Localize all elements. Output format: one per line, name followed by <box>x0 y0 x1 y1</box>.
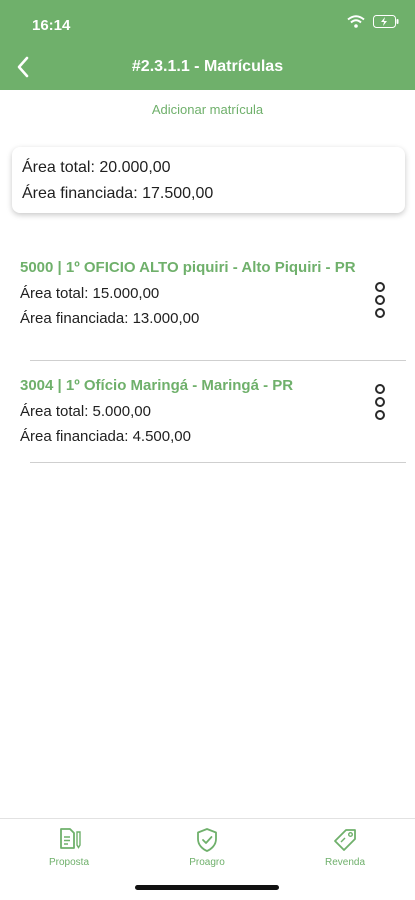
more-options-button[interactable] <box>375 282 387 318</box>
tab-label: Proposta <box>48 857 90 868</box>
add-registration-link[interactable]: Adicionar matrícula <box>0 102 415 117</box>
dot-icon <box>375 308 385 318</box>
registration-total-area: Área total: 15.000,00 <box>20 285 160 302</box>
document-icon <box>60 828 81 849</box>
registration-title: 5000 | 1º OFICIO ALTO piquiri - Alto Piq… <box>20 259 356 276</box>
tab-label: Revenda <box>324 857 366 868</box>
registration-financed-area: Área financiada: 13.000,00 <box>20 310 200 327</box>
shield-check-icon <box>197 828 217 852</box>
divider <box>30 462 406 463</box>
dot-icon <box>375 397 385 407</box>
dot-icon <box>375 282 385 292</box>
list-item[interactable]: 5000 | 1º OFICIO ALTO piquiri - Alto Piq… <box>0 252 415 360</box>
divider <box>30 360 406 361</box>
battery-charging-icon <box>373 15 399 28</box>
wifi-icon <box>347 15 365 28</box>
registration-total-area: Área total: 5.000,00 <box>20 403 151 420</box>
summary-card: Área total: 20.000,00 Área financiada: 1… <box>12 147 405 213</box>
tag-icon <box>334 829 356 851</box>
dot-icon <box>375 410 385 420</box>
registration-title: 3004 | 1º Ofício Maringá - Maringá - PR <box>20 377 294 394</box>
dot-icon <box>375 384 385 394</box>
registration-financed-area: Área financiada: 4.500,00 <box>20 428 191 445</box>
registration-list: 5000 | 1º OFICIO ALTO piquiri - Alto Piq… <box>0 252 415 472</box>
home-indicator <box>135 885 279 890</box>
page-title: #2.3.1.1 - Matrículas <box>131 58 284 75</box>
summary-total-area: Área total: 20.000,00 <box>22 159 171 176</box>
app-header: 16:14 #2.3.1.1 - Matrículas <box>0 0 415 90</box>
tab-label: Proagro <box>189 857 225 868</box>
tab-revenda[interactable]: Revenda <box>295 827 395 868</box>
dot-icon <box>375 295 385 305</box>
tab-proagro[interactable]: Proagro <box>157 827 257 868</box>
more-options-button[interactable] <box>375 384 387 420</box>
list-item[interactable]: 3004 | 1º Ofício Maringá - Maringá - PR … <box>0 370 415 472</box>
tab-proposta[interactable]: Proposta <box>19 827 119 868</box>
summary-financed-area: Área financiada: 17.500,00 <box>22 185 214 202</box>
status-time: 16:14 <box>32 17 71 34</box>
status-icons <box>347 15 399 28</box>
